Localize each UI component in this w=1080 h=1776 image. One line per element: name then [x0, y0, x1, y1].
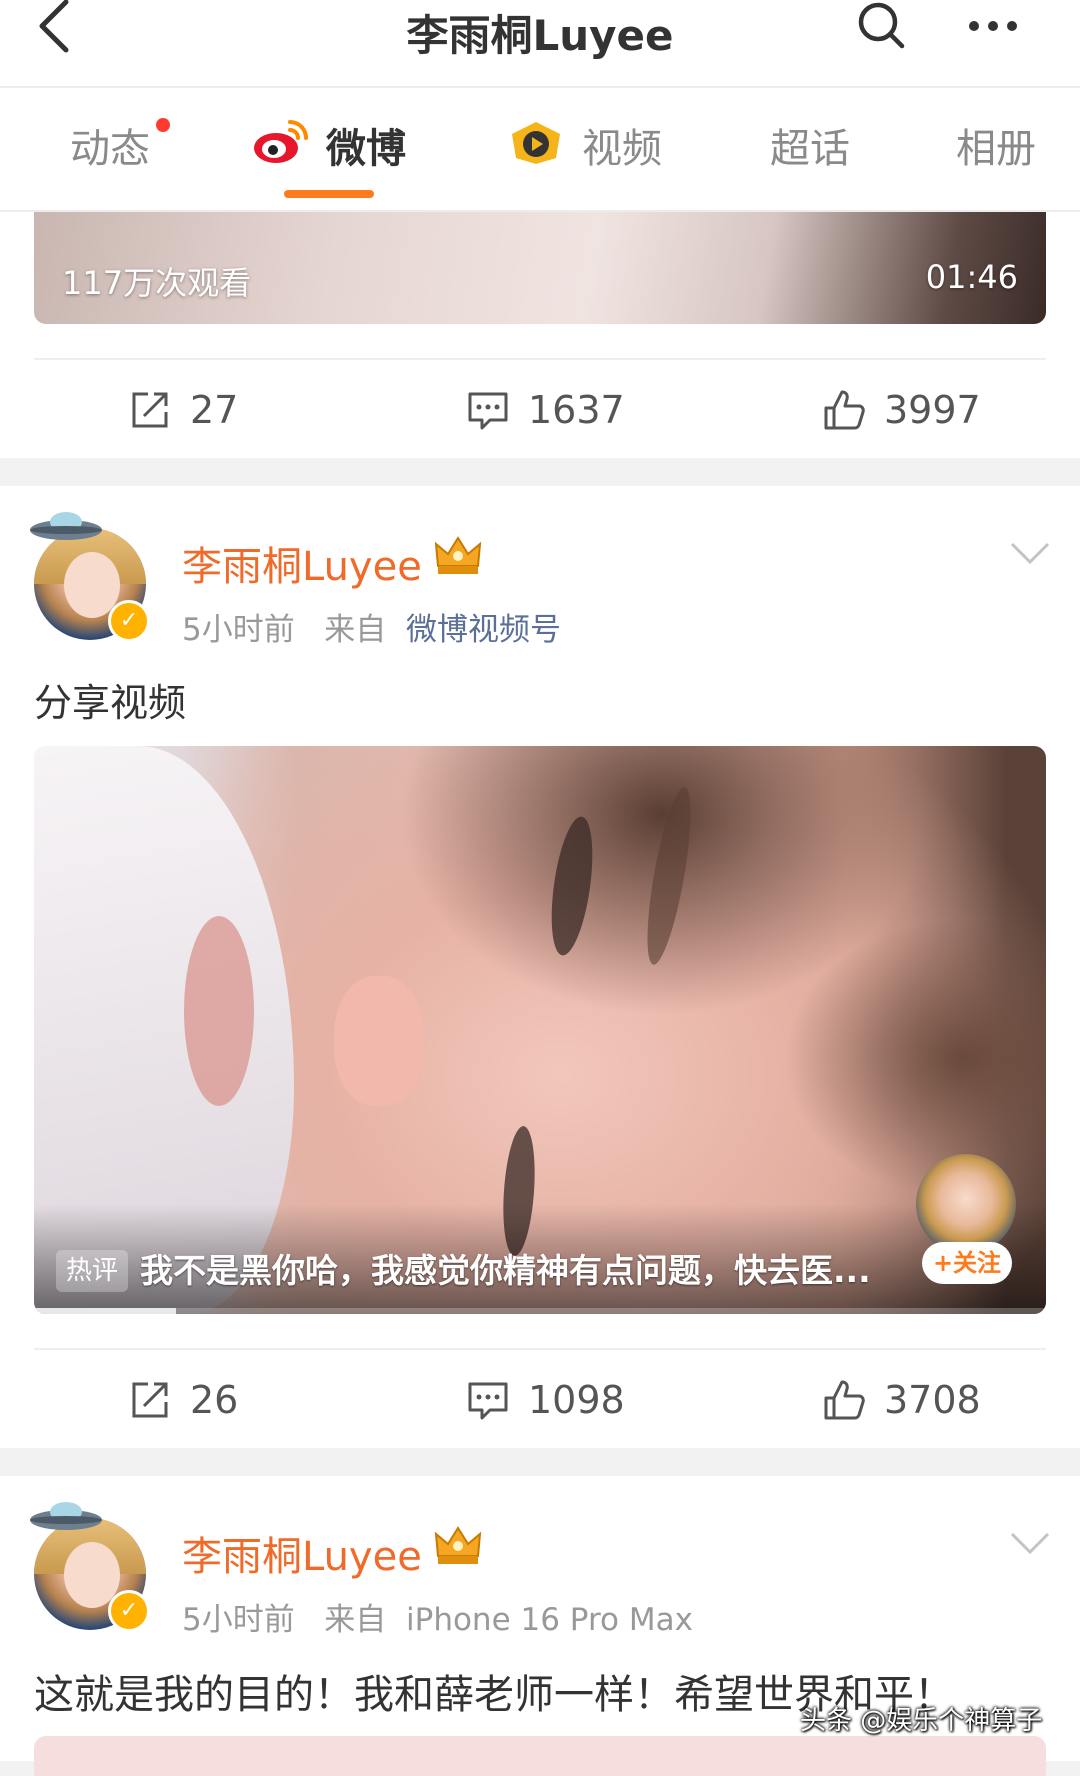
search-icon[interactable] — [856, 0, 906, 50]
post-time: 5小时前 — [182, 612, 295, 648]
like-icon — [824, 1380, 865, 1420]
tab-video[interactable]: 视频 — [582, 116, 662, 174]
username[interactable]: 李雨桐Luyee — [182, 1524, 422, 1582]
tab-weibo[interactable]: 微博 — [326, 116, 406, 174]
verified-badge-icon: ✓ — [108, 1590, 150, 1632]
post-meta: 5小时前 来自 微博视频号 — [182, 604, 561, 649]
post-source[interactable]: 微博视频号 — [406, 612, 561, 648]
like-count: 3997 — [884, 388, 981, 432]
previous-post-card: 117万次观看 01:46 27 1637 3997 — [0, 212, 1080, 458]
tab-super-topic[interactable]: 超话 — [770, 116, 850, 174]
divider — [34, 1348, 1046, 1350]
like-button[interactable]: 3997 — [822, 370, 981, 450]
next-media-preview[interactable] — [34, 1736, 1046, 1776]
comment-icon — [468, 392, 508, 430]
repost-icon — [132, 1382, 168, 1418]
post-card: ✓ 李雨桐Luyee 5小时前 来自 微博视频号 分享视频 热评 我不是黑你哈，… — [0, 486, 1080, 1448]
tab-dynamic[interactable]: 动态 — [70, 116, 150, 174]
post-time: 5小时前 — [182, 1602, 295, 1638]
video-duration: 01:46 — [925, 258, 1018, 296]
from-label: 来自 — [324, 1602, 387, 1638]
more-icon[interactable] — [966, 6, 1020, 46]
repost-button[interactable]: 27 — [128, 370, 238, 450]
crown-badge-icon — [434, 1526, 482, 1566]
active-tab-indicator — [284, 190, 374, 198]
comment-count: 1637 — [528, 388, 625, 432]
chevron-down-icon[interactable] — [1010, 1532, 1050, 1556]
chevron-down-icon[interactable] — [1010, 542, 1050, 566]
action-bar: 27 1637 3997 — [0, 370, 1080, 450]
ufo-pendant-icon — [28, 506, 104, 544]
video-progress-bar[interactable] — [34, 1308, 1046, 1314]
video-thumbnail[interactable]: 117万次观看 01:46 — [34, 212, 1046, 324]
comment-icon — [468, 1382, 508, 1420]
top-bar: 李雨桐Luyee — [0, 0, 1080, 88]
profile-tabs: 动态 微博 视频 超话 相册 — [0, 88, 1080, 212]
uploader-avatar[interactable] — [916, 1154, 1016, 1254]
action-bar: 26 1098 3708 — [0, 1360, 1080, 1440]
page-title: 李雨桐Luyee — [406, 11, 674, 60]
follow-button[interactable]: +关注 — [922, 1242, 1012, 1284]
hot-comment-text[interactable]: 我不是黑你哈，我感觉你精神有点问题，快去医... — [140, 1244, 871, 1292]
watermark: 头条 @娱乐个神算子 — [800, 1706, 1043, 1736]
notification-dot — [156, 118, 170, 132]
ufo-pendant-icon — [28, 1496, 104, 1534]
weibo-logo-icon — [252, 118, 310, 170]
tab-album[interactable]: 相册 — [956, 116, 1036, 174]
repost-button[interactable]: 26 — [128, 1360, 238, 1440]
repost-icon — [132, 392, 168, 428]
hot-comment-tag: 热评 — [56, 1250, 129, 1292]
verified-badge-icon: ✓ — [108, 600, 150, 642]
like-icon — [824, 390, 865, 430]
repost-count: 27 — [190, 388, 239, 432]
like-count: 3708 — [884, 1378, 981, 1422]
comment-button[interactable]: 1098 — [466, 1360, 625, 1440]
view-count: 117万次观看 — [62, 264, 252, 302]
comment-button[interactable]: 1637 — [466, 370, 625, 450]
video-channel-icon — [508, 120, 564, 170]
username[interactable]: 李雨桐Luyee — [182, 534, 422, 592]
from-label: 来自 — [324, 612, 387, 648]
crown-badge-icon — [434, 536, 482, 576]
post-meta: 5小时前 来自 iPhone 16 Pro Max — [182, 1594, 693, 1639]
post-source: iPhone 16 Pro Max — [406, 1602, 693, 1638]
comment-count: 1098 — [528, 1378, 625, 1422]
video-player[interactable]: 热评 我不是黑你哈，我感觉你精神有点问题，快去医... +关注 — [34, 746, 1046, 1314]
like-button[interactable]: 3708 — [822, 1360, 981, 1440]
post-text: 分享视频 — [34, 681, 187, 725]
repost-count: 26 — [190, 1378, 239, 1422]
divider — [34, 358, 1046, 360]
